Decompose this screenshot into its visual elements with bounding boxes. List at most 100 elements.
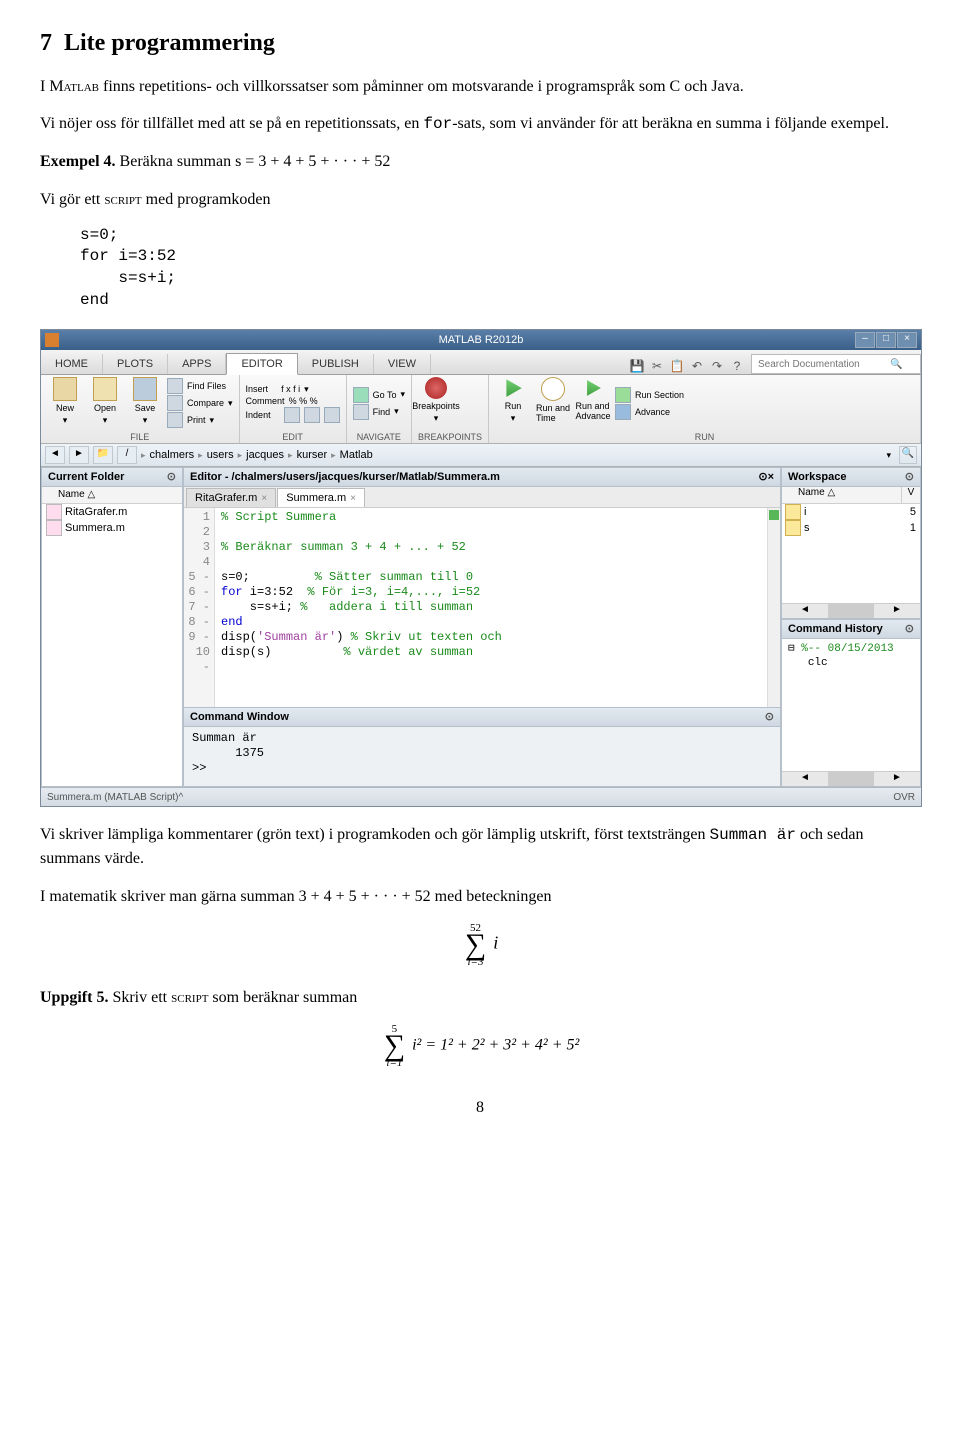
- new-button[interactable]: New▾: [47, 377, 83, 429]
- tab-plots[interactable]: PLOTS: [103, 354, 168, 374]
- current-folder-panel: Current Folder ⊙ Name △ RitaGrafer.m Summ…: [41, 467, 183, 787]
- insert-row[interactable]: Insert f x f i ▾: [246, 384, 340, 395]
- para-2: Vi nöjer oss för tillfället med att se p…: [40, 112, 920, 136]
- editor-panel: Editor - /chalmers/users/jacques/kurser/…: [183, 467, 781, 708]
- close-icon[interactable]: ×: [350, 493, 356, 504]
- example-4: Exempel 4. Beräkna summan s = 3 + 4 + 5 …: [40, 150, 920, 173]
- print-button[interactable]: Print ▾: [167, 412, 233, 428]
- para-4: Vi skriver lämpliga kommentarer (grön te…: [40, 823, 920, 870]
- tab-publish[interactable]: PUBLISH: [298, 354, 374, 374]
- equation-1: 52∑i=3 i: [40, 922, 920, 968]
- panel-menu-icon[interactable]: ⊙: [167, 468, 176, 486]
- find-files-button[interactable]: Find Files: [167, 378, 233, 394]
- close-button[interactable]: ×: [897, 332, 917, 348]
- tab-editor[interactable]: EDITOR: [226, 353, 297, 375]
- ribbon: New▾ Open▾ Save▾ Find Files Compare ▾ Pr…: [41, 375, 921, 444]
- window-title: MATLAB R2012b: [439, 334, 524, 346]
- help-icon[interactable]: ?: [729, 358, 745, 374]
- panel-title-ws: Workspace: [788, 468, 847, 486]
- cut-icon[interactable]: ✂: [649, 358, 665, 374]
- window-titlebar[interactable]: MATLAB R2012b – □ ×: [41, 330, 921, 350]
- panel-title-cf: Current Folder: [48, 468, 124, 486]
- ch-scrollbar[interactable]: ◄►: [782, 771, 920, 786]
- equation-2: 5∑i=1 i² = 1² + 2² + 3² + 4² + 5²: [40, 1023, 920, 1069]
- editor-body[interactable]: 12345 -6 -7 -8 -9 -10 - % Script Summera…: [184, 508, 780, 707]
- status-square-icon: [769, 510, 779, 520]
- tab-apps[interactable]: APPS: [168, 354, 226, 374]
- file-ritagrafer[interactable]: RitaGrafer.m: [42, 504, 182, 520]
- code-listing-1: s=0; for i=3:52 s=s+i; end: [80, 225, 920, 311]
- goto-button[interactable]: Go To ▾: [353, 387, 405, 403]
- close-icon[interactable]: ×: [261, 493, 267, 504]
- undo-icon[interactable]: ↶: [689, 358, 705, 374]
- search-input[interactable]: [756, 358, 890, 371]
- para-3: Vi gör ett script med programkoden: [40, 188, 920, 211]
- group-label-bp: BREAKPOINTS: [418, 431, 482, 443]
- panel-menu-icon[interactable]: ⊙: [905, 468, 914, 486]
- run-and-advance-button[interactable]: Run and Advance: [575, 377, 611, 429]
- code-area[interactable]: % Script Summera % Beräknar summan 3 + 4…: [215, 508, 767, 707]
- group-label-run: RUN: [495, 431, 914, 443]
- compare-button[interactable]: Compare ▾: [167, 395, 233, 411]
- editor-close-icon[interactable]: ×: [768, 471, 774, 483]
- indent-row[interactable]: Indent: [246, 407, 340, 423]
- group-label-edit: EDIT: [246, 431, 340, 443]
- breakpoints-button[interactable]: Breakpoints▾: [418, 377, 454, 429]
- tab-view[interactable]: VIEW: [374, 354, 431, 374]
- message-bar: [767, 508, 780, 707]
- run-and-time-button[interactable]: Run and Time: [535, 377, 571, 429]
- tab-home[interactable]: HOME: [41, 354, 103, 374]
- address-bar: ◄ ► 📁 / ▸chalmers ▸users ▸jacques ▸kurse…: [41, 444, 921, 467]
- page-number: 8: [40, 1099, 920, 1117]
- ws-var-s[interactable]: s1: [782, 520, 920, 536]
- save-icon[interactable]: 💾: [629, 358, 645, 374]
- open-button[interactable]: Open▾: [87, 377, 123, 429]
- quick-access-toolbar: 💾 ✂ 📋 ↶ ↷ ?: [623, 358, 751, 374]
- panel-menu-icon[interactable]: ⊙: [765, 708, 774, 726]
- ws-col-name[interactable]: Name △: [782, 487, 902, 503]
- maximize-button[interactable]: □: [876, 332, 896, 348]
- panel-menu-icon[interactable]: ⊙: [905, 620, 914, 638]
- run-section-button[interactable]: Run Section: [615, 387, 684, 403]
- up-button[interactable]: 📁: [93, 446, 113, 464]
- panel-title-cw: Command Window: [190, 708, 289, 726]
- section-heading: 7 Lite programmering: [40, 30, 920, 57]
- command-history-panel: Command History ⊙ ⊟ %-- 08/15/2013 clc ◄►: [781, 619, 921, 787]
- status-file: Summera.m (MATLAB Script): [47, 792, 179, 803]
- ws-col-value[interactable]: V: [902, 487, 920, 503]
- copy-icon[interactable]: 📋: [669, 358, 685, 374]
- command-window[interactable]: Summan är 1375 >>: [184, 727, 780, 786]
- command-history[interactable]: ⊟ %-- 08/15/2013 clc: [782, 639, 920, 673]
- para-5: I matematik skriver man gärna summan 3 +…: [40, 885, 920, 908]
- comment-row[interactable]: Comment % % %: [246, 396, 340, 406]
- editor-menu-icon[interactable]: ⊙: [758, 471, 767, 483]
- file-summera[interactable]: Summera.m: [42, 520, 182, 536]
- save-button[interactable]: Save▾: [127, 377, 163, 429]
- find-button[interactable]: Find ▾: [353, 404, 405, 420]
- run-button[interactable]: Run▾: [495, 377, 531, 429]
- toolstrip-tabs: HOME PLOTS APPS EDITOR PUBLISH VIEW 💾 ✂ …: [41, 350, 921, 375]
- root-button[interactable]: /: [117, 446, 137, 464]
- editor-tab-summera[interactable]: Summera.m×: [277, 488, 365, 507]
- search-documentation[interactable]: 🔍: [751, 354, 921, 374]
- advance-button[interactable]: Advance: [615, 404, 684, 420]
- para-1: I Matlab finns repetitions- och villkors…: [40, 75, 920, 98]
- search-icon[interactable]: 🔍: [890, 359, 902, 370]
- group-label-file: FILE: [47, 431, 233, 443]
- status-ovr: OVR: [893, 792, 915, 803]
- editor-title: Editor - /chalmers/users/jacques/kurser/…: [190, 468, 500, 486]
- minimize-button[interactable]: –: [855, 332, 875, 348]
- command-window-panel: Command Window ⊙ Summan är 1375 >>: [183, 708, 781, 787]
- cf-col-name[interactable]: Name △: [42, 487, 182, 504]
- editor-tab-ritagrafer[interactable]: RitaGrafer.m×: [186, 488, 276, 507]
- uppgift-5: Uppgift 5. Skriv ett script som beräknar…: [40, 986, 920, 1009]
- back-button[interactable]: ◄: [45, 446, 65, 464]
- ws-scrollbar[interactable]: ◄►: [782, 603, 920, 618]
- breadcrumb[interactable]: ▸chalmers ▸users ▸jacques ▸kurser ▸Matla…: [141, 449, 373, 461]
- ws-var-i[interactable]: i5: [782, 504, 920, 520]
- redo-icon[interactable]: ↷: [709, 358, 725, 374]
- panel-title-ch: Command History: [788, 620, 883, 638]
- path-search-icon[interactable]: 🔍: [899, 446, 917, 464]
- fwd-button[interactable]: ►: [69, 446, 89, 464]
- status-bar: Summera.m (MATLAB Script) ^ OVR: [41, 787, 921, 806]
